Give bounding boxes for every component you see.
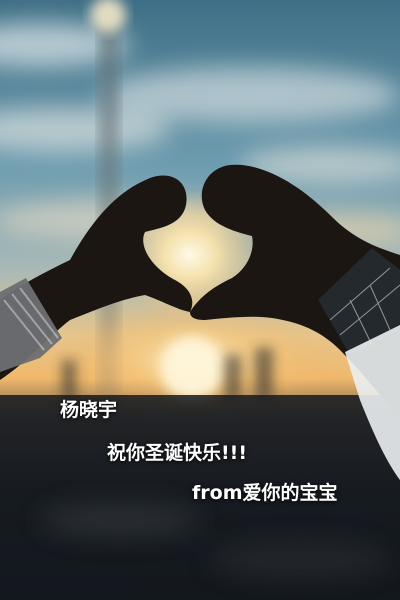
caption-from: from爱你的宝宝 xyxy=(192,482,338,504)
background-photo xyxy=(0,0,400,600)
caption-wish: 祝你圣诞快乐!!! xyxy=(107,442,247,464)
greeting-card: 杨晓宇 祝你圣诞快乐!!! from爱你的宝宝 xyxy=(0,0,400,600)
caption-name: 杨晓宇 xyxy=(60,399,118,421)
